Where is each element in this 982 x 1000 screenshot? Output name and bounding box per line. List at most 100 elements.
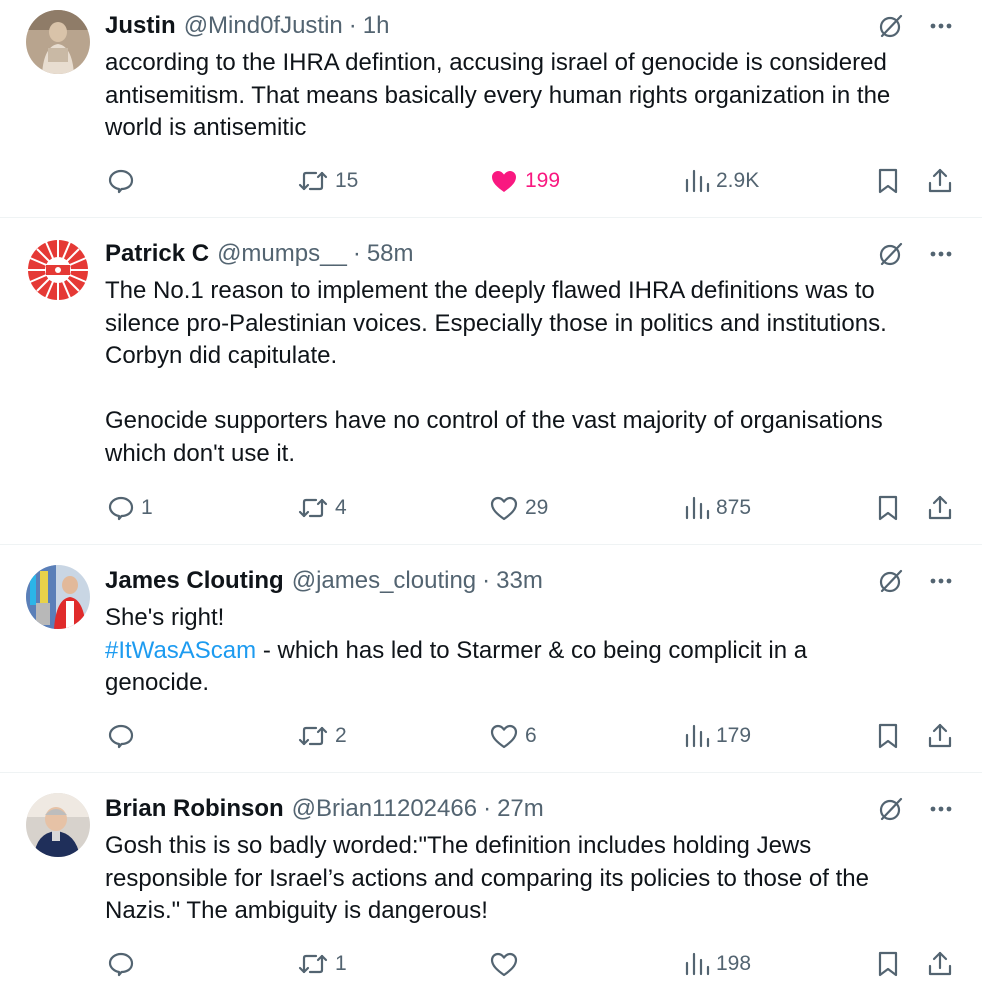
tweet-divider (0, 544, 982, 545)
more-icon[interactable] (930, 806, 952, 812)
reply-button[interactable] (107, 718, 141, 754)
reply-icon (107, 494, 135, 522)
user-handle[interactable]: @Mind0fJustin (184, 12, 343, 40)
tweet[interactable]: Brian Robinson @Brian11202466 · 27m Gosh… (0, 783, 982, 1000)
tweet-actions: 1 198 (0, 946, 982, 982)
bookmark-icon (876, 950, 900, 978)
display-name[interactable]: James Clouting (105, 567, 284, 595)
reply-button[interactable] (107, 163, 141, 199)
reply-count: 1 (141, 496, 153, 519)
tweet-actions: 15 199 2.9K (0, 163, 982, 199)
user-handle[interactable]: @mumps__ (217, 240, 347, 268)
bookmark-icon (876, 494, 900, 522)
views-button[interactable]: 875 (684, 490, 751, 526)
more-icon[interactable] (930, 578, 952, 584)
share-button[interactable] (927, 718, 953, 754)
grok-icon[interactable] (878, 241, 904, 267)
tweet-text-line: Genocide supporters have no control of t… (105, 407, 883, 434)
repost-count: 4 (335, 496, 347, 519)
tweet-header: Brian Robinson @Brian11202466 · 27m (105, 793, 544, 825)
avatar[interactable] (26, 238, 90, 302)
grok-icon[interactable] (878, 796, 904, 822)
timestamp[interactable]: 27m (497, 795, 544, 823)
tweet[interactable]: James Clouting @james_clouting · 33m She… (0, 555, 982, 772)
tweet-divider (0, 772, 982, 773)
tweet-text-line: world is antisemitic (105, 114, 307, 141)
display-name[interactable]: Justin (105, 12, 176, 40)
more-icon[interactable] (930, 23, 952, 29)
bookmark-button[interactable] (876, 163, 900, 199)
timestamp[interactable]: 33m (496, 567, 543, 595)
grok-icon[interactable] (878, 568, 904, 594)
reply-button[interactable]: 1 (107, 490, 153, 526)
heart-icon (489, 167, 519, 195)
tweet-text-line: responsible for Israel’s actions and com… (105, 864, 869, 892)
avatar[interactable] (26, 565, 90, 629)
view-count: 875 (716, 496, 752, 519)
timestamp[interactable]: 58m (367, 240, 414, 268)
repost-icon (297, 494, 329, 522)
repost-button[interactable]: 15 (297, 163, 358, 199)
tweet-text-line: Gosh this is so badly worded:"The defini… (105, 832, 812, 859)
avatar[interactable] (26, 10, 90, 74)
share-button[interactable] (927, 490, 953, 526)
tweet-text-line: genocide. (105, 669, 210, 696)
tweet-text-line: She's right! (105, 604, 225, 631)
tweet-text-line: The No.1 reason to implement the deeply … (105, 277, 875, 304)
like-button[interactable]: 6 (489, 718, 537, 754)
repost-button[interactable]: 2 (297, 718, 347, 754)
tweet-text-line: #ItWasAScam - which has led to Starmer &… (105, 635, 955, 668)
tweet[interactable]: Justin @Mind0fJustin · 1h according to t… (0, 0, 982, 218)
reply-icon (107, 722, 135, 750)
share-button[interactable] (927, 946, 953, 982)
reply-icon (107, 950, 135, 978)
tweet[interactable]: Patrick C @mumps__ · 58m The No.1 reason… (0, 228, 982, 544)
tweet-text-line: which don't use it. (105, 439, 296, 467)
bookmark-button[interactable] (876, 490, 900, 526)
hashtag-link[interactable]: #ItWasAScam (105, 637, 256, 664)
reply-button[interactable] (107, 946, 141, 982)
avatar[interactable] (26, 793, 90, 857)
separator-dot: · (352, 240, 361, 267)
share-button[interactable] (927, 163, 953, 199)
repost-button[interactable]: 4 (297, 490, 347, 526)
repost-count: 2 (335, 724, 347, 747)
separator-dot: · (483, 795, 492, 822)
views-icon (684, 723, 710, 749)
view-count: 179 (716, 724, 752, 747)
repost-icon (297, 722, 329, 750)
tweet-actions: 2 6 179 (0, 718, 982, 754)
like-button[interactable] (489, 946, 525, 982)
tweet-text: Gosh this is so badly worded:"The defini… (105, 830, 955, 928)
views-icon (684, 495, 710, 521)
views-button[interactable]: 2.9K (684, 163, 759, 199)
bookmark-button[interactable] (876, 946, 900, 982)
display-name[interactable]: Brian Robinson (105, 795, 284, 823)
repost-icon (297, 950, 329, 978)
timestamp[interactable]: 1h (363, 12, 390, 40)
bookmark-icon (876, 167, 900, 195)
separator-dot: · (482, 567, 491, 594)
like-button[interactable]: 29 (489, 490, 548, 526)
grok-icon[interactable] (878, 13, 904, 39)
repost-button[interactable]: 1 (297, 946, 347, 982)
heart-icon (489, 722, 519, 750)
more-icon[interactable] (930, 251, 952, 257)
view-count: 198 (716, 952, 752, 975)
repost-icon (297, 167, 329, 195)
tweet-text: The No.1 reason to implement the deeply … (105, 275, 955, 470)
tweet-text-line: Nazis." The ambiguity is dangerous! (105, 897, 488, 924)
tweet-header: Justin @Mind0fJustin · 1h (105, 10, 389, 42)
user-handle[interactable]: @Brian11202466 (292, 795, 477, 823)
tweet-text-line: Corbyn did capitulate. (105, 342, 338, 369)
tweet-text: according to the IHRA defintion, accusin… (105, 47, 955, 145)
reply-icon (107, 167, 135, 195)
views-button[interactable]: 198 (684, 946, 751, 982)
views-button[interactable]: 179 (684, 718, 751, 754)
repost-count: 1 (335, 952, 347, 975)
display-name[interactable]: Patrick C (105, 240, 209, 268)
tweet-divider (0, 217, 982, 218)
like-button[interactable]: 199 (489, 163, 560, 199)
bookmark-button[interactable] (876, 718, 900, 754)
user-handle[interactable]: @james_clouting (292, 567, 476, 595)
